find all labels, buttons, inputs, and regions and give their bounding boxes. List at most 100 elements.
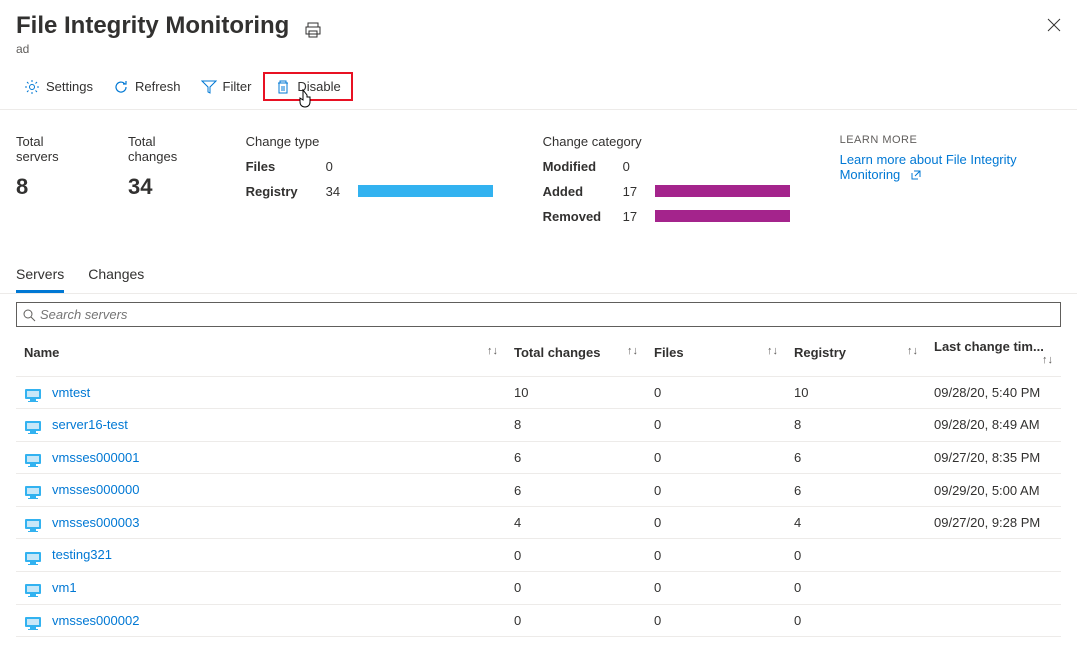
learn-more-link[interactable]: Learn more about File Integrity Monitori… (840, 152, 1017, 182)
filter-button[interactable]: Filter (193, 74, 260, 99)
server-link[interactable]: vmsses000001 (52, 450, 139, 465)
filter-icon (201, 78, 217, 95)
registry-bar (358, 185, 493, 197)
cell-files: 0 (646, 441, 786, 474)
total-servers-label: Total servers (16, 134, 78, 164)
change-type-section: Change type Files 0 Registry 34 (246, 134, 493, 234)
learn-more-text: Learn more about File Integrity Monitori… (840, 152, 1017, 182)
settings-label: Settings (46, 79, 93, 94)
total-servers-block: Total servers 8 (16, 134, 78, 234)
change-type-label: Change type (246, 134, 493, 149)
disable-button[interactable]: Disable (263, 72, 352, 101)
added-bar (655, 185, 790, 197)
table-row: vmsses00000340409/27/20, 9:28 PM (16, 506, 1061, 539)
cell-last-change: 09/28/20, 8:49 AM (926, 409, 1061, 442)
cell-registry: 0 (786, 604, 926, 637)
table-row: vmsses000002000 (16, 604, 1061, 637)
cell-registry: 0 (786, 539, 926, 572)
removed-bar (655, 210, 790, 222)
server-icon (24, 516, 42, 530)
cell-registry: 6 (786, 474, 926, 507)
close-icon[interactable] (1047, 16, 1061, 34)
table-row: testing321000 (16, 539, 1061, 572)
cell-last-change: 09/28/20, 5:40 PM (926, 376, 1061, 409)
change-category-section: Change category Modified 0 Added 17 Remo… (543, 134, 790, 234)
cell-registry: 4 (786, 506, 926, 539)
tab-servers[interactable]: Servers (16, 258, 64, 293)
cell-files: 0 (646, 604, 786, 637)
modified-value: 0 (623, 159, 655, 174)
cell-last-change: 09/29/20, 5:00 AM (926, 474, 1061, 507)
refresh-button[interactable]: Refresh (105, 74, 189, 99)
sort-icon: ↑↓ (1042, 354, 1053, 366)
files-value: 0 (326, 159, 358, 174)
sort-icon: ↑↓ (767, 345, 778, 357)
page-title: File Integrity Monitoring (16, 12, 289, 40)
cell-files: 0 (646, 572, 786, 605)
col-name[interactable]: Name↑↓ (16, 327, 506, 377)
added-value: 17 (623, 184, 655, 199)
filter-label: Filter (223, 79, 252, 94)
learn-more-heading: LEARN MORE (840, 134, 1061, 146)
col-registry[interactable]: Registry↑↓ (786, 327, 926, 377)
server-icon (24, 451, 42, 465)
cell-total-changes: 6 (506, 474, 646, 507)
server-icon (24, 419, 42, 433)
total-changes-block: Total changes 34 (128, 134, 196, 234)
registry-value: 34 (326, 184, 358, 199)
server-icon (24, 582, 42, 596)
tab-changes[interactable]: Changes (88, 258, 144, 293)
col-total-changes[interactable]: Total changes↑↓ (506, 327, 646, 377)
total-changes-value: 34 (128, 174, 196, 200)
subtitle: ad (16, 42, 1061, 56)
toolbar: Settings Refresh Filter Disable (0, 60, 1077, 110)
server-icon (24, 549, 42, 563)
cell-total-changes: 8 (506, 409, 646, 442)
modified-label: Modified (543, 159, 623, 174)
table-row: server16-test80809/28/20, 8:49 AM (16, 409, 1061, 442)
cell-total-changes: 0 (506, 572, 646, 605)
cell-files: 0 (646, 409, 786, 442)
server-link[interactable]: testing321 (52, 547, 112, 562)
sort-icon: ↑↓ (627, 345, 638, 357)
cell-total-changes: 0 (506, 539, 646, 572)
col-last-change[interactable]: Last change tim...↑↓ (926, 327, 1061, 377)
server-icon (24, 386, 42, 400)
settings-button[interactable]: Settings (16, 74, 101, 99)
cell-last-change (926, 572, 1061, 605)
cell-registry: 0 (786, 572, 926, 605)
server-link[interactable]: vmtest (52, 385, 90, 400)
table-row: vmtest1001009/28/20, 5:40 PM (16, 376, 1061, 409)
search-box[interactable] (16, 302, 1061, 327)
learn-more-section: LEARN MORE Learn more about File Integri… (840, 134, 1061, 234)
cell-files: 0 (646, 474, 786, 507)
sort-icon: ↑↓ (907, 345, 918, 357)
cell-registry: 10 (786, 376, 926, 409)
server-icon (24, 614, 42, 628)
server-link[interactable]: server16-test (52, 417, 128, 432)
search-icon (23, 307, 36, 322)
server-link[interactable]: vm1 (52, 580, 77, 595)
cell-files: 0 (646, 376, 786, 409)
print-icon[interactable] (305, 21, 321, 38)
refresh-icon (113, 78, 129, 95)
server-link[interactable]: vmsses000002 (52, 613, 139, 628)
cell-total-changes: 0 (506, 604, 646, 637)
cell-last-change (926, 604, 1061, 637)
col-files[interactable]: Files↑↓ (646, 327, 786, 377)
server-icon (24, 484, 42, 498)
cell-last-change: 09/27/20, 8:35 PM (926, 441, 1061, 474)
tabs: Servers Changes (0, 258, 1077, 294)
cell-files: 0 (646, 506, 786, 539)
added-label: Added (543, 184, 623, 199)
refresh-label: Refresh (135, 79, 181, 94)
cell-total-changes: 6 (506, 441, 646, 474)
servers-table: Name↑↓ Total changes↑↓ Files↑↓ Registry↑… (16, 327, 1061, 638)
search-input[interactable] (40, 307, 1054, 322)
disable-label: Disable (297, 79, 340, 94)
server-link[interactable]: vmsses000000 (52, 482, 139, 497)
total-servers-value: 8 (16, 174, 78, 200)
registry-label: Registry (246, 184, 326, 199)
cell-last-change: 09/27/20, 9:28 PM (926, 506, 1061, 539)
server-link[interactable]: vmsses000003 (52, 515, 139, 530)
